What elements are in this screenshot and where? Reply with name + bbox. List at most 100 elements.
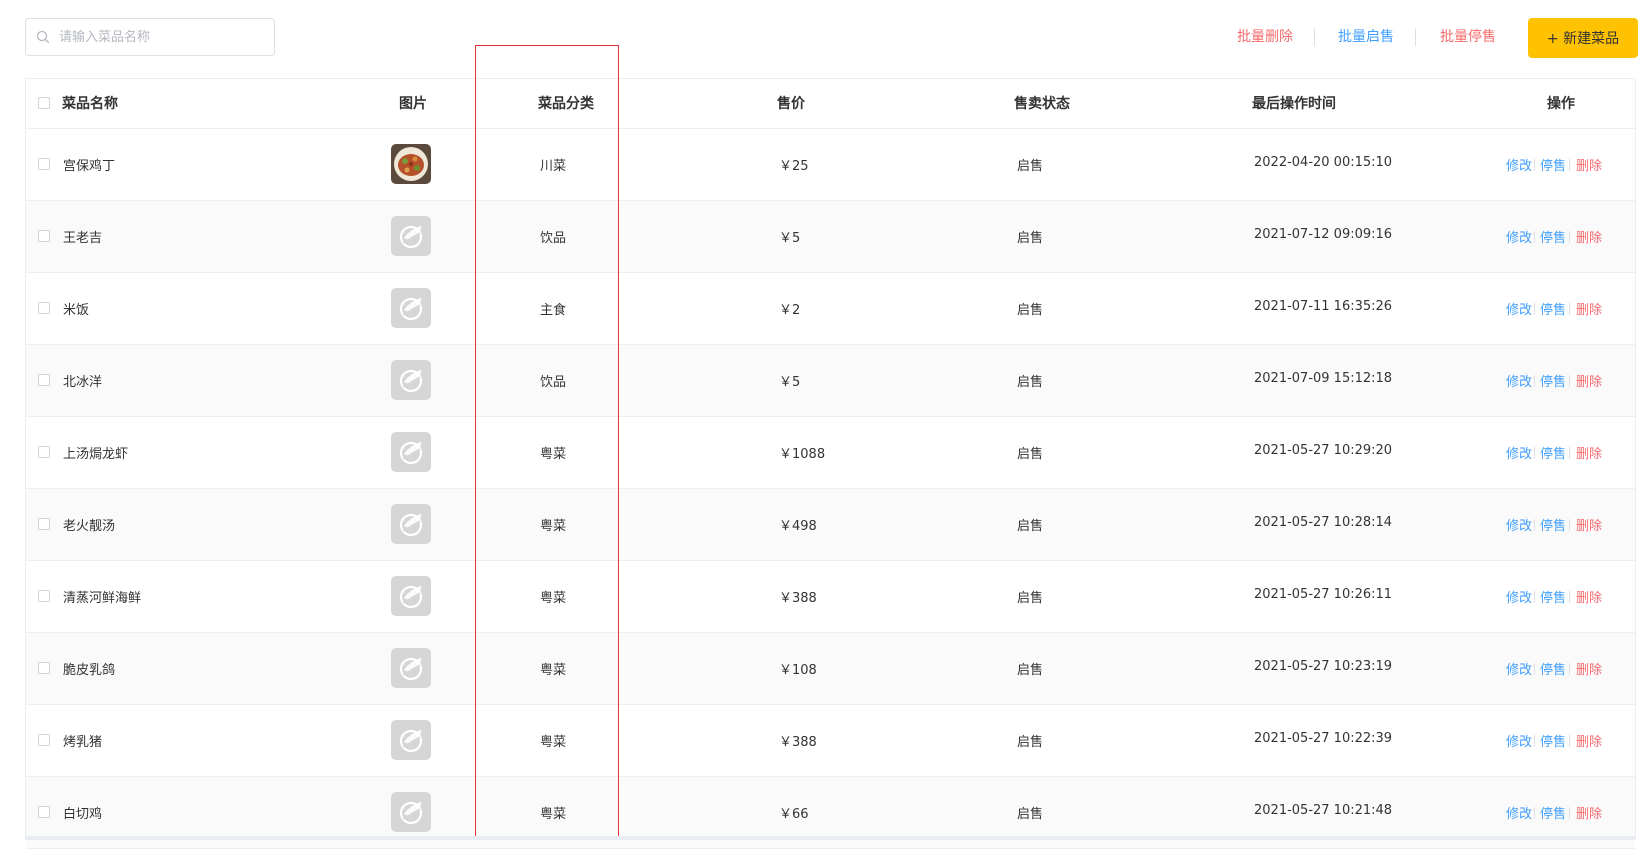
- header-status: 售卖状态: [1014, 96, 1070, 112]
- delete-button[interactable]: 删除: [1576, 155, 1602, 174]
- op-divider: [1569, 591, 1570, 603]
- op-divider: [1534, 591, 1535, 603]
- delete-button[interactable]: 删除: [1576, 227, 1602, 246]
- select-all-checkbox[interactable]: [38, 97, 50, 109]
- row-checkbox[interactable]: [38, 518, 50, 530]
- row-checkbox[interactable]: [38, 734, 50, 746]
- dish-status: 启售: [1017, 807, 1044, 822]
- disable-button[interactable]: 停售: [1540, 515, 1566, 534]
- batch-enable-button[interactable]: 批量启售: [1338, 27, 1394, 47]
- dish-name: 老火靓汤: [63, 519, 116, 534]
- table-header: 菜品名称 图片 菜品分类 售价 售卖状态 最后操作时间 操作: [26, 79, 1635, 129]
- edit-button[interactable]: 修改: [1506, 371, 1532, 390]
- delete-button[interactable]: 删除: [1576, 443, 1602, 462]
- edit-button[interactable]: 修改: [1506, 515, 1532, 534]
- disable-button[interactable]: 停售: [1540, 803, 1566, 822]
- dish-name: 王老吉: [63, 231, 103, 246]
- disable-button[interactable]: 停售: [1540, 155, 1566, 174]
- row-checkbox[interactable]: [38, 302, 50, 314]
- delete-button[interactable]: 删除: [1576, 659, 1602, 678]
- dish-price: ￥388: [779, 591, 817, 606]
- placeholder-logo-icon: [391, 288, 431, 328]
- row-checkbox[interactable]: [38, 158, 50, 170]
- header-updated: 最后操作时间: [1252, 96, 1336, 112]
- dish-name: 米饭: [63, 303, 90, 318]
- table-row: 米饭 主食 ￥2 启售 2021-07-11 16:35:26 修改 停售 删除: [26, 273, 1635, 345]
- delete-button[interactable]: 删除: [1576, 587, 1602, 606]
- dish-price: ￥388: [779, 735, 817, 750]
- dish-name: 脆皮乳鸽: [63, 663, 116, 678]
- edit-button[interactable]: 修改: [1506, 803, 1532, 822]
- op-divider: [1534, 231, 1535, 243]
- dish-table: 菜品名称 图片 菜品分类 售价 售卖状态 最后操作时间 操作 宫保鸡丁 川菜 ￥…: [25, 78, 1636, 849]
- dish-category: 粤菜: [540, 807, 567, 822]
- dish-updated: 2021-07-11 16:35:26: [1254, 299, 1393, 314]
- dish-price: ￥498: [779, 519, 817, 534]
- row-checkbox[interactable]: [38, 662, 50, 674]
- search-icon: [36, 30, 50, 44]
- dish-name: 上汤焗龙虾: [63, 447, 129, 462]
- delete-button[interactable]: 删除: [1576, 515, 1602, 534]
- op-divider: [1534, 375, 1535, 387]
- row-checkbox[interactable]: [38, 806, 50, 818]
- placeholder-logo-icon: [391, 216, 431, 256]
- edit-button[interactable]: 修改: [1506, 155, 1532, 174]
- dish-category: 粤菜: [540, 591, 567, 606]
- dish-category: 饮品: [540, 375, 567, 390]
- edit-button[interactable]: 修改: [1506, 731, 1532, 750]
- op-divider: [1569, 303, 1570, 315]
- edit-button[interactable]: 修改: [1506, 587, 1532, 606]
- row-checkbox[interactable]: [38, 230, 50, 242]
- disable-button[interactable]: 停售: [1540, 587, 1566, 606]
- edit-button[interactable]: 修改: [1506, 659, 1532, 678]
- dish-image: [391, 792, 431, 832]
- op-divider: [1534, 663, 1535, 675]
- op-divider: [1569, 159, 1570, 171]
- op-divider: [1569, 735, 1570, 747]
- batch-disable-button[interactable]: 批量停售: [1440, 27, 1496, 47]
- food-photo: [391, 144, 431, 184]
- header-image: 图片: [399, 96, 427, 112]
- dish-image: [391, 288, 431, 328]
- delete-button[interactable]: 删除: [1576, 371, 1602, 390]
- op-divider: [1569, 519, 1570, 531]
- op-divider: [1569, 807, 1570, 819]
- toolbar-divider: [1314, 28, 1315, 46]
- edit-button[interactable]: 修改: [1506, 443, 1532, 462]
- header-name: 菜品名称: [62, 96, 118, 112]
- edit-button[interactable]: 修改: [1506, 299, 1532, 318]
- placeholder-logo-icon: [391, 360, 431, 400]
- table-body: 宫保鸡丁 川菜 ￥25 启售 2022-04-20 00:15:10 修改 停售…: [26, 129, 1635, 849]
- delete-button[interactable]: 删除: [1576, 299, 1602, 318]
- disable-button[interactable]: 停售: [1540, 731, 1566, 750]
- dish-updated: 2021-05-27 10:28:14: [1254, 515, 1393, 530]
- row-checkbox[interactable]: [38, 446, 50, 458]
- placeholder-logo-icon: [391, 504, 431, 544]
- dish-updated: 2021-05-27 10:22:39: [1254, 731, 1393, 746]
- disable-button[interactable]: 停售: [1540, 227, 1566, 246]
- search-input[interactable]: [57, 21, 261, 53]
- dish-status: 启售: [1017, 159, 1044, 174]
- disable-button[interactable]: 停售: [1540, 299, 1566, 318]
- dish-image: [391, 216, 431, 256]
- row-checkbox[interactable]: [38, 374, 50, 386]
- dish-price: ￥5: [779, 375, 801, 390]
- dish-updated: 2021-05-27 10:21:48: [1254, 803, 1393, 818]
- op-divider: [1534, 735, 1535, 747]
- batch-delete-button[interactable]: 批量删除: [1237, 27, 1293, 47]
- disable-button[interactable]: 停售: [1540, 371, 1566, 390]
- edit-button[interactable]: 修改: [1506, 227, 1532, 246]
- table-scrollbar[interactable]: [25, 836, 1636, 840]
- dish-price: ￥2: [779, 303, 801, 318]
- delete-button[interactable]: 删除: [1576, 803, 1602, 822]
- table-row: 烤乳猪 粤菜 ￥388 启售 2021-05-27 10:22:39 修改 停售…: [26, 705, 1635, 777]
- search-box[interactable]: [25, 18, 275, 56]
- new-dish-button[interactable]: + 新建菜品: [1528, 18, 1638, 58]
- op-divider: [1569, 231, 1570, 243]
- dish-updated: 2021-05-27 10:29:20: [1254, 443, 1393, 458]
- dish-name: 白切鸡: [63, 807, 103, 822]
- disable-button[interactable]: 停售: [1540, 443, 1566, 462]
- disable-button[interactable]: 停售: [1540, 659, 1566, 678]
- row-checkbox[interactable]: [38, 590, 50, 602]
- delete-button[interactable]: 删除: [1576, 731, 1602, 750]
